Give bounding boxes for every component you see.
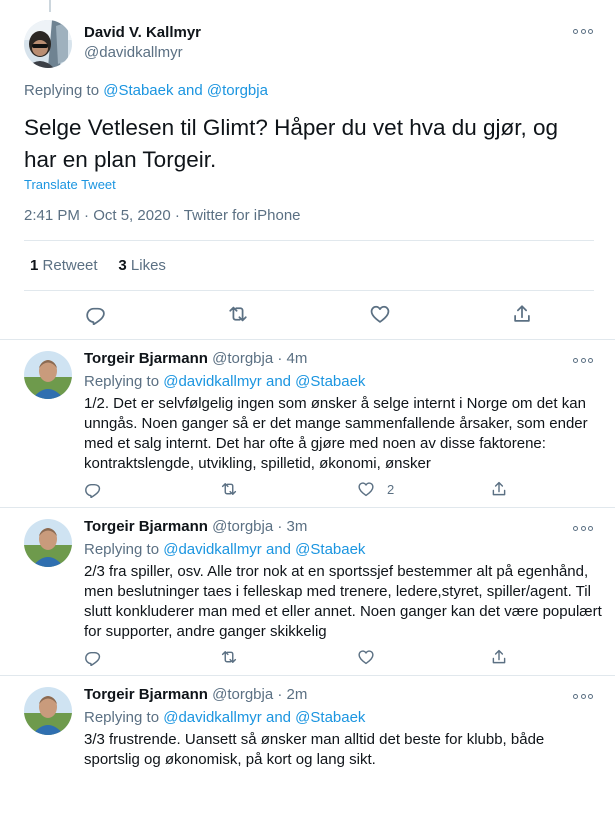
divider <box>24 240 594 241</box>
reply-author-handle[interactable]: @torgbja <box>212 518 273 535</box>
reply-author-name[interactable]: Torgeir Bjarmann <box>84 686 208 703</box>
reply-author-handle[interactable]: @torgbja <box>212 686 273 703</box>
divider <box>24 290 594 291</box>
more-options-icon[interactable] <box>573 693 593 699</box>
reply-author-handle[interactable]: @torgbja <box>212 350 273 367</box>
reply-text: 2/3 fra spiller, osv. Alle tror nok at e… <box>84 563 602 640</box>
author-avatar[interactable] <box>24 20 72 68</box>
reply-text: 3/3 frustrende. Uansett så ønsker man al… <box>84 731 545 768</box>
like-button[interactable] <box>357 648 387 666</box>
share-icon[interactable] <box>511 303 533 325</box>
reply-time[interactable]: · 3m <box>277 518 307 535</box>
like-count: 2 <box>387 481 395 497</box>
reply-icon[interactable] <box>84 648 102 666</box>
replying-to-mentions[interactable]: @davidkallmyr and @Stabaek <box>163 541 365 558</box>
likes-stat[interactable]: 3 Likes <box>118 257 166 274</box>
tweet-stats: 1 Retweet 3 Likes <box>30 257 166 274</box>
like-icon[interactable] <box>369 303 391 325</box>
main-tweet: David V. Kallmyr @davidkallmyr Replying … <box>0 0 615 340</box>
retweet-icon[interactable] <box>220 480 238 498</box>
translate-tweet-link[interactable]: Translate Tweet <box>24 177 116 192</box>
replying-label: Replying to <box>84 373 160 390</box>
thread-connector-line <box>49 0 51 12</box>
share-icon[interactable] <box>490 480 508 498</box>
replying-to-mentions[interactable]: @davidkallmyr and @Stabaek <box>163 373 365 390</box>
replying-to: Replying to @davidkallmyr and @Stabaek <box>84 373 365 390</box>
reply-author-avatar[interactable] <box>24 519 72 567</box>
reply-header: Torgeir Bjarmann @torgbja · 2m <box>84 686 307 703</box>
reply-time[interactable]: · 4m <box>277 350 307 367</box>
reply-time[interactable]: · 2m <box>277 686 307 703</box>
like-button[interactable]: 2 <box>357 480 394 498</box>
reply-author-name[interactable]: Torgeir Bjarmann <box>84 518 208 535</box>
reply-icon[interactable] <box>84 480 102 498</box>
tweet-text: Selge Vetlesen til Glimt? Håper du vet h… <box>24 115 559 172</box>
reply-author-name[interactable]: Torgeir Bjarmann <box>84 350 208 367</box>
replying-to: Replying to @Stabaek and @torgbja <box>24 82 268 99</box>
reply-text: 1/2. Det er selvfølgelig ingen som ønske… <box>84 395 588 472</box>
author-handle[interactable]: @davidkallmyr <box>84 44 183 61</box>
reply-author-avatar[interactable] <box>24 687 72 735</box>
share-icon[interactable] <box>490 648 508 666</box>
reply-author-avatar[interactable] <box>24 351 72 399</box>
retweet-icon[interactable] <box>227 303 249 325</box>
replying-to: Replying to @davidkallmyr and @Stabaek <box>84 541 365 558</box>
retweets-stat[interactable]: 1 Retweet <box>30 257 98 274</box>
reply-tweet[interactable]: Torgeir Bjarmann @torgbja · 3m Replying … <box>0 508 615 676</box>
more-options-icon[interactable] <box>573 357 593 363</box>
replying-to: Replying to @davidkallmyr and @Stabaek <box>84 709 365 726</box>
like-icon <box>357 480 375 498</box>
reply-header: Torgeir Bjarmann @torgbja · 3m <box>84 518 307 535</box>
reply-tweet[interactable]: Torgeir Bjarmann @torgbja · 2m Replying … <box>0 676 615 816</box>
retweet-icon[interactable] <box>220 648 238 666</box>
replying-to-mentions[interactable]: @davidkallmyr and @Stabaek <box>163 709 365 726</box>
replying-label: Replying to <box>84 709 160 726</box>
replying-label: Replying to <box>24 82 100 99</box>
more-options-icon[interactable] <box>573 28 593 34</box>
reply-tweet[interactable]: Torgeir Bjarmann @torgbja · 4m Replying … <box>0 340 615 508</box>
like-icon <box>357 648 375 666</box>
replying-to-mentions[interactable]: @Stabaek and @torgbja <box>103 82 268 99</box>
tweet-timestamp[interactable]: 2:41 PM · Oct 5, 2020 · Twitter for iPho… <box>24 207 301 224</box>
author-name[interactable]: David V. Kallmyr <box>84 24 201 41</box>
reply-header: Torgeir Bjarmann @torgbja · 4m <box>84 350 307 367</box>
more-options-icon[interactable] <box>573 525 593 531</box>
reply-icon[interactable] <box>85 303 107 325</box>
replying-label: Replying to <box>84 541 160 558</box>
